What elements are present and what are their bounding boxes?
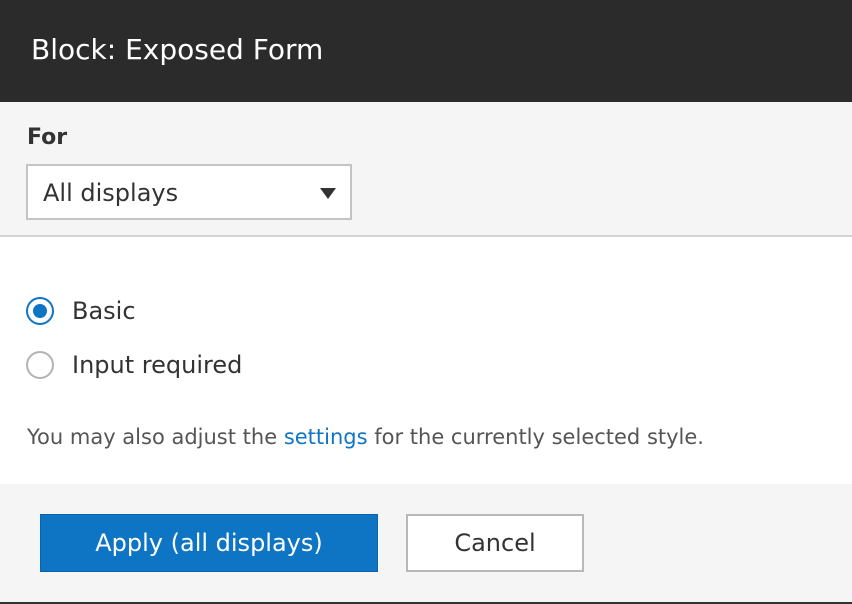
settings-link[interactable]: settings [284, 425, 368, 449]
settings-description: You may also adjust the settings for the… [27, 423, 704, 451]
for-select-value: All displays [43, 179, 179, 207]
radio-checked-icon[interactable] [26, 297, 54, 325]
radio-label-basic: Basic [72, 297, 136, 325]
description-text-after: for the currently selected style. [367, 425, 704, 449]
radio-dot [33, 304, 47, 318]
radio-label-input-required: Input required [72, 351, 243, 379]
dialog-footer: Apply (all displays) Cancel [0, 484, 852, 604]
chevron-down-icon [320, 188, 336, 199]
apply-button[interactable]: Apply (all displays) [40, 514, 378, 572]
dialog-titlebar: Block: Exposed Form [0, 0, 852, 102]
dialog-title: Block: Exposed Form [31, 33, 324, 66]
cancel-button[interactable]: Cancel [406, 514, 584, 572]
dialog: Block: Exposed Form For All displays Bas… [0, 0, 852, 604]
radio-unchecked-icon[interactable] [26, 351, 54, 379]
radio-option-basic[interactable]: Basic [26, 294, 136, 328]
for-label: For [27, 125, 68, 150]
description-text-before: You may also adjust the [27, 425, 284, 449]
for-section: For All displays [0, 102, 852, 237]
for-select[interactable]: All displays [26, 164, 352, 220]
radio-option-input-required[interactable]: Input required [26, 348, 242, 382]
